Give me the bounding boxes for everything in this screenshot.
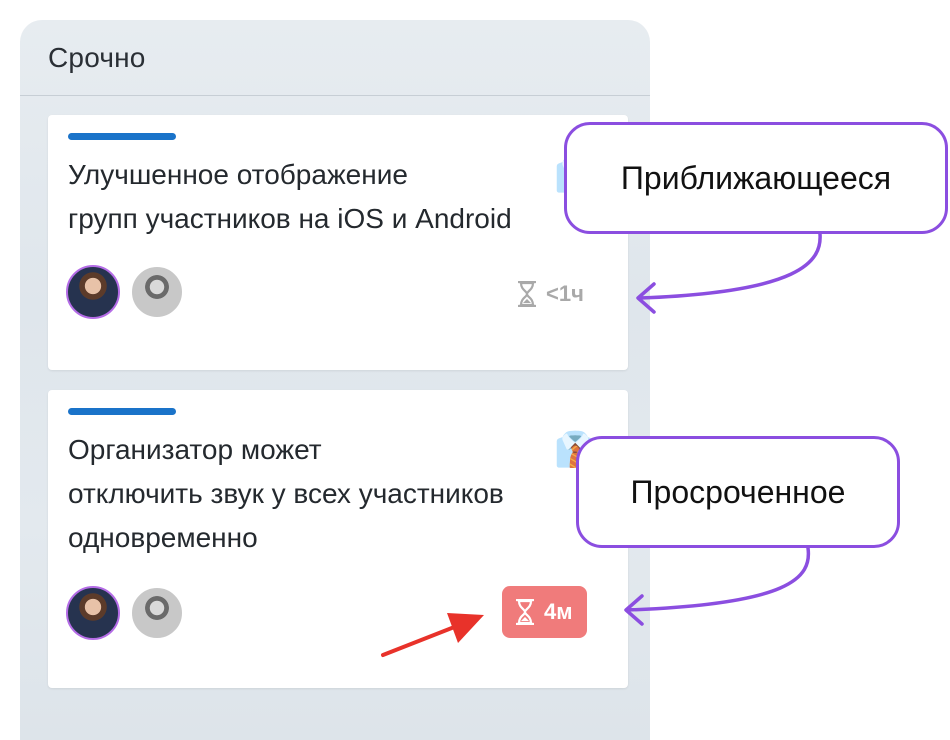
due-label: <1ч (546, 281, 584, 306)
task-accent-bar (68, 408, 176, 415)
hourglass-icon (516, 599, 534, 625)
task-title: Организатор может отключить звук у всех … (68, 434, 504, 553)
avatar[interactable] (66, 265, 120, 319)
avatar[interactable] (66, 586, 120, 640)
assignee-avatars (66, 265, 184, 319)
due-label: 4м (544, 599, 573, 624)
callout-overdue: Просроченное (576, 436, 900, 548)
task-card[interactable]: Организатор может отключить звук у всех … (48, 390, 628, 688)
due-overdue-badge[interactable]: 4м (502, 586, 587, 638)
avatar[interactable] (130, 265, 184, 319)
kanban-column-urgent: Срочно Улучшенное отображение групп учас… (20, 20, 650, 740)
callout-soon: Приближающееся (564, 122, 948, 234)
hourglass-icon (518, 281, 536, 307)
task-accent-bar (68, 133, 176, 140)
callout-soon-arrow (638, 232, 822, 300)
task-title: Улучшенное отображение групп участников … (68, 159, 512, 234)
assignee-avatars (66, 586, 184, 640)
column-title: Срочно (48, 42, 146, 73)
avatar[interactable] (130, 586, 184, 640)
task-card[interactable]: Улучшенное отображение групп участников … (48, 115, 628, 370)
callout-overdue-arrow (626, 546, 811, 612)
due-soon-badge[interactable]: <1ч (518, 281, 584, 307)
